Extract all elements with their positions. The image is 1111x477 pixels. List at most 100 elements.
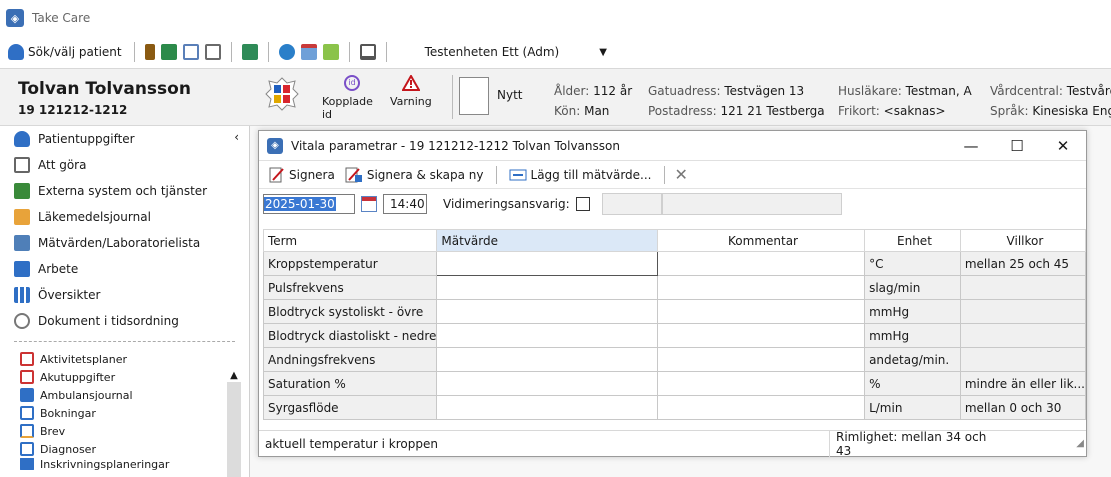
condition-cell: mellan 25 och 45 — [959, 251, 1087, 276]
sidebar-item-bokningar[interactable]: Bokningar — [0, 404, 249, 422]
sign-and-new-button[interactable]: Signera & skapa ny — [343, 164, 486, 186]
calendar-grid-icon[interactable] — [182, 44, 199, 60]
comment-cell[interactable] — [656, 299, 866, 324]
column-header-value[interactable]: Mätvärde — [436, 229, 658, 252]
unit-select-value: Testenheten Ett (Adm) — [424, 45, 560, 59]
comment-cell[interactable] — [656, 395, 866, 420]
vidimering-label: Vidimeringsansvarig: — [443, 197, 570, 211]
add-window-icon[interactable] — [300, 44, 317, 60]
close-icon[interactable]: ✕ — [1040, 131, 1086, 161]
sidebar-item-label: Akutuppgifter — [40, 370, 116, 384]
chart-icon[interactable] — [241, 44, 258, 60]
globe-icon[interactable] — [278, 44, 295, 60]
new-label: Nytt — [497, 88, 523, 102]
vital-parameters-table: Term Mätvärde Kommentar Enhet Villkor Kr… — [262, 229, 1087, 420]
comment-cell[interactable] — [656, 323, 866, 348]
column-header-condition[interactable]: Villkor — [959, 229, 1087, 252]
unit-cell: °C — [864, 251, 961, 276]
collapse-sidebar-icon[interactable]: ‹ — [234, 130, 239, 144]
sidebar-item-patientuppgifter[interactable]: Patientuppgifter — [0, 126, 249, 152]
unit-cell: slag/min — [864, 275, 961, 300]
value-cell[interactable] — [436, 251, 658, 276]
table-row: Kroppstemperatur °C mellan 25 och 45 — [262, 251, 1087, 276]
calendar-icon — [20, 406, 34, 420]
vidimering-name-field — [661, 193, 842, 215]
message-icon[interactable] — [322, 44, 339, 60]
sidebar-item-dokument[interactable]: Dokument i tidsordning — [0, 308, 249, 334]
column-header-unit[interactable]: Enhet — [864, 229, 961, 252]
term-cell: Blodtryck diastoliskt - nedre — [262, 323, 438, 348]
date-input[interactable]: 2025-01-30 — [263, 194, 355, 214]
add-value-button[interactable]: Lägg till mätvärde... — [507, 164, 654, 186]
critical-info-icon[interactable] — [265, 77, 299, 111]
linked-id-button[interactable]: id Kopplade id — [322, 75, 384, 121]
column-header-comment[interactable]: Kommentar — [656, 229, 866, 252]
sidebar-item-diagnoser[interactable]: Diagnoser — [0, 440, 249, 458]
window-controls: — ☐ ✕ — [948, 131, 1086, 161]
sidebar-item-label: Patientuppgifter — [38, 132, 135, 146]
value-cell[interactable] — [436, 395, 658, 420]
sidebar-item-akutuppgifter[interactable]: Akutuppgifter — [0, 368, 249, 386]
patient-info-doctor: Husläkare: Testman, A Frikort: <saknas> — [838, 81, 972, 121]
unit-cell: mmHg — [864, 323, 961, 348]
app-title-bar: ◈ Take Care — [0, 0, 1111, 36]
sidebar-item-ambulansjournal[interactable]: Ambulansjournal — [0, 386, 249, 404]
calendar-icon[interactable] — [361, 196, 377, 212]
gender-label: Kön: — [554, 104, 581, 118]
vidimering-checkbox[interactable] — [575, 197, 590, 211]
sidebar-item-oversikter[interactable]: Översikter — [0, 282, 249, 308]
unit-select[interactable]: Testenheten Ett (Adm) ▼ — [425, 45, 607, 59]
monitor-icon[interactable] — [359, 44, 376, 60]
value-cell[interactable] — [436, 371, 658, 396]
sidebar-item-brev[interactable]: Brev — [0, 422, 249, 440]
add-value-icon — [509, 169, 527, 180]
vital-parameters-dialog: ◈ Vitala parametrar - 19 121212-1212 Tol… — [258, 130, 1087, 458]
delete-icon[interactable]: ✕ — [675, 165, 688, 184]
maximize-icon[interactable]: ☐ — [994, 131, 1040, 161]
sidebar-item-lakemedelsjournal[interactable]: Läkemedelsjournal — [0, 204, 249, 230]
value-cell[interactable] — [436, 299, 658, 324]
ambulance-icon — [20, 388, 34, 402]
sidebar-item-arbete[interactable]: Arbete — [0, 256, 249, 282]
time-input[interactable]: 14:40 — [383, 194, 427, 214]
resize-grip-icon[interactable]: ◢ — [1076, 438, 1084, 449]
value-cell[interactable] — [436, 323, 658, 348]
comment-cell[interactable] — [656, 251, 866, 276]
table-row: Saturation % % mindre än eller lik... — [262, 371, 1087, 396]
sidebar-item-externa-system[interactable]: Externa system och tjänster — [0, 178, 249, 204]
sign-button[interactable]: Signera — [267, 164, 337, 186]
sidebar-item-aktivitetsplaner[interactable]: Aktivitetsplaner — [0, 350, 249, 368]
sidebar-item-matvarden[interactable]: Mätvärden/Laboratorielista — [0, 230, 249, 256]
term-cell: Andningsfrekvens — [262, 347, 438, 372]
sidebar-item-label: Inskrivningsplaneringar — [40, 458, 170, 470]
care-label: Vårdcentral: — [990, 84, 1063, 98]
sidebar-item-inskrivningsplaneringar[interactable]: Inskrivningsplaneringar — [0, 458, 249, 470]
checklist-icon[interactable] — [204, 44, 221, 60]
sidebar-item-att-gora[interactable]: Att göra — [0, 152, 249, 178]
table-row: Blodtryck systoliskt - övre mmHg — [262, 299, 1087, 324]
sidebar-item-label: Dokument i tidsordning — [38, 314, 179, 328]
scrollbar-thumb[interactable] — [227, 382, 241, 477]
select-patient-button[interactable]: Sök/välj patient — [6, 41, 124, 63]
comment-cell[interactable] — [656, 275, 866, 300]
grid-icon — [14, 287, 30, 303]
postal-value: 121 21 Testberga — [720, 104, 825, 118]
value-cell[interactable] — [436, 347, 658, 372]
street-value: Testvägen 13 — [724, 84, 805, 98]
comment-cell[interactable] — [656, 347, 866, 372]
journal-icon[interactable] — [144, 44, 155, 60]
sidebar-scrollbar[interactable]: ▲ — [227, 370, 241, 477]
scroll-up-icon[interactable]: ▲ — [227, 370, 241, 382]
value-cell[interactable] — [436, 275, 658, 300]
sidebar-item-label: Mätvärden/Laboratorielista — [38, 236, 201, 250]
column-header-term[interactable]: Term — [262, 229, 438, 252]
network-icon — [14, 183, 30, 199]
comment-cell[interactable] — [656, 371, 866, 396]
team-icon[interactable] — [160, 44, 177, 60]
new-button[interactable]: Nytt — [452, 75, 536, 119]
minimize-icon[interactable]: — — [948, 131, 994, 161]
status-description: aktuell temperatur i kroppen — [265, 436, 438, 451]
patient-info-care: Vårdcentral: Testvård Språk: Kinesiska E… — [990, 81, 1111, 121]
warning-button[interactable]: Varning — [388, 75, 436, 119]
sidebar-item-label: Ambulansjournal — [40, 388, 133, 402]
